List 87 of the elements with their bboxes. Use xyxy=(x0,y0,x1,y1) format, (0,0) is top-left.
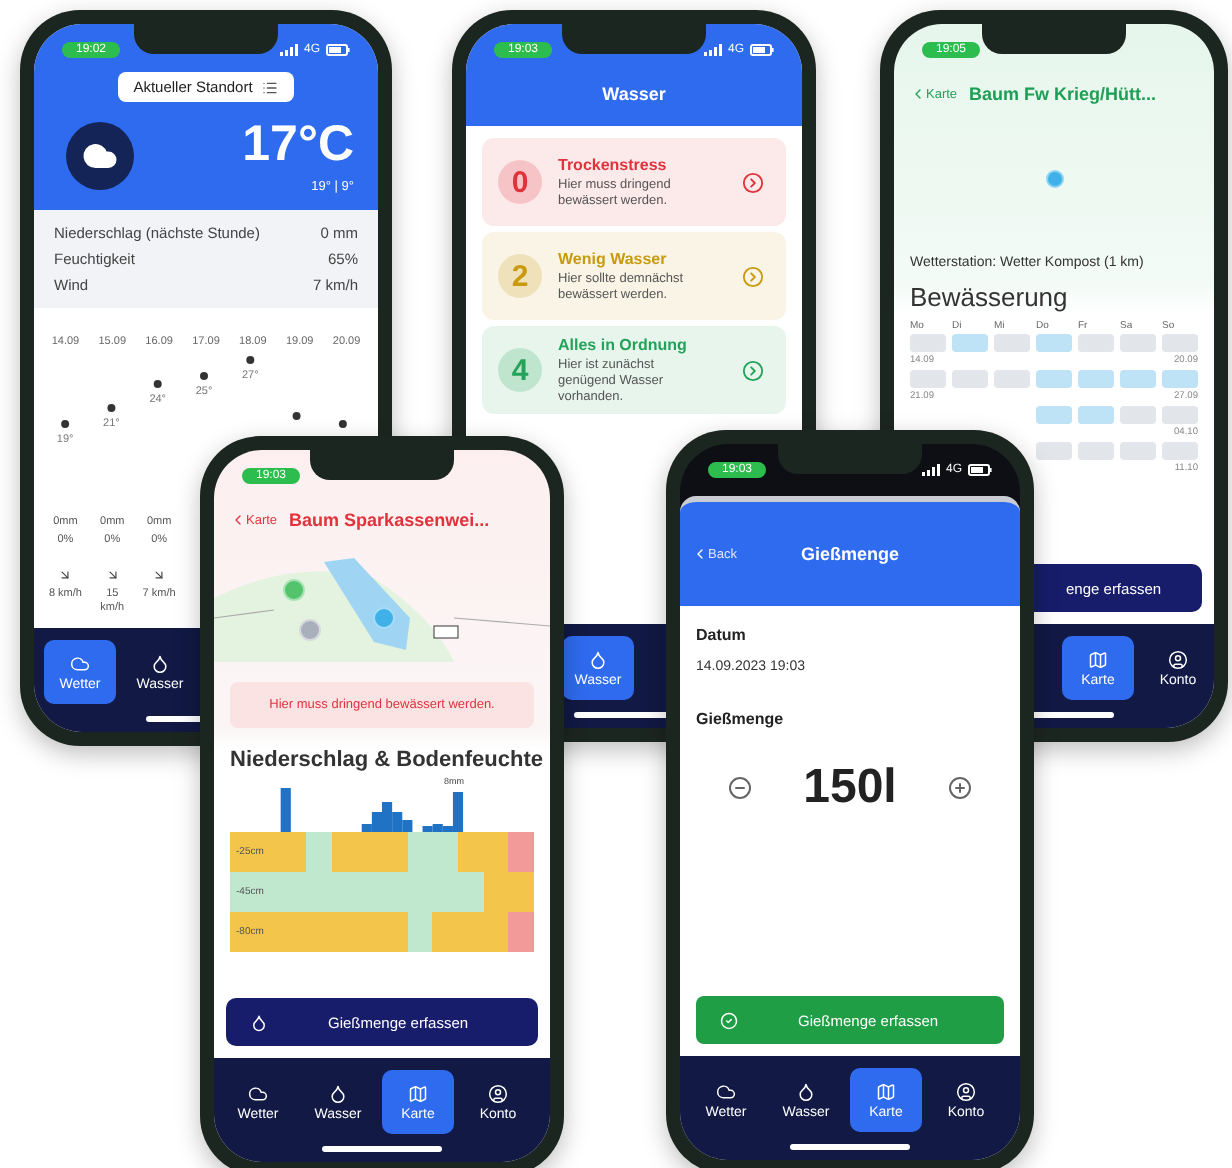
calendar-day[interactable] xyxy=(1036,406,1072,424)
wind-arrow-icon xyxy=(152,567,167,582)
home-indicator xyxy=(322,1146,442,1152)
minus-icon[interactable] xyxy=(727,776,752,800)
calendar-day[interactable] xyxy=(1120,334,1156,352)
user-icon xyxy=(956,1081,976,1101)
calendar-day[interactable] xyxy=(952,370,988,388)
droplet-icon xyxy=(150,653,170,673)
location-dot xyxy=(1045,169,1063,187)
home-indicator xyxy=(790,1144,910,1150)
calendar-day[interactable] xyxy=(952,334,988,352)
chevron-icon xyxy=(742,171,764,193)
back-icon xyxy=(230,512,246,528)
field-label: Datum xyxy=(696,626,748,644)
calendar-day[interactable] xyxy=(1120,370,1156,388)
status-count: 0 xyxy=(498,160,542,204)
status-count: 4 xyxy=(498,348,542,393)
section-heading: Bewässerung xyxy=(908,280,1070,316)
cloud-icon xyxy=(248,1083,268,1103)
temperature-point xyxy=(61,419,70,427)
status-title: Alles in Ordnung xyxy=(558,336,689,354)
map-icon xyxy=(876,1081,896,1101)
back-icon xyxy=(910,86,926,102)
calendar-day[interactable] xyxy=(1078,406,1114,424)
status-count: 2 xyxy=(498,254,542,298)
temperature-point xyxy=(338,419,347,427)
droplet-icon xyxy=(250,1013,268,1031)
phone-notch xyxy=(562,24,706,54)
calendar-day[interactable] xyxy=(910,334,946,352)
check-icon xyxy=(720,1011,738,1029)
precipitation-bar xyxy=(280,788,291,832)
calendar-day[interactable] xyxy=(1036,370,1072,388)
droplet-icon xyxy=(328,1083,348,1103)
phone-notch xyxy=(310,450,454,480)
calendar-day[interactable] xyxy=(1078,442,1114,460)
battery-icon xyxy=(968,463,992,475)
status-title: Trockenstress xyxy=(558,155,669,174)
screen-title: Gießmenge xyxy=(800,544,899,564)
temperature-point xyxy=(292,411,301,419)
signal-icon xyxy=(279,43,298,55)
droplet-icon xyxy=(796,1081,816,1101)
tree-title: Baum Fw Krieg/Hütt... xyxy=(969,84,1157,104)
battery-icon xyxy=(326,43,350,55)
map-icon xyxy=(1088,649,1108,669)
user-icon xyxy=(488,1083,508,1103)
droplet-icon xyxy=(588,649,608,669)
status-title: Wenig Wasser xyxy=(558,249,669,268)
calendar-day[interactable] xyxy=(1120,406,1156,424)
wind-arrow-icon xyxy=(58,567,73,582)
chevron-icon xyxy=(742,359,764,382)
calendar-day[interactable] xyxy=(1036,442,1072,460)
signal-icon xyxy=(921,463,940,475)
field-label: Gießmenge xyxy=(696,710,786,728)
calendar-day[interactable] xyxy=(1078,334,1114,352)
phone-notch xyxy=(134,24,278,54)
calendar-day[interactable] xyxy=(1120,442,1156,460)
signal-icon xyxy=(703,43,722,55)
map-icon xyxy=(408,1083,428,1103)
calendar-day[interactable] xyxy=(1162,334,1198,352)
amount-value: 150l xyxy=(803,760,897,816)
temperature-point xyxy=(200,371,208,379)
temperature: 17°C xyxy=(242,118,354,173)
plus-icon[interactable] xyxy=(948,776,973,800)
calendar-day[interactable] xyxy=(1162,442,1198,460)
screen-title: Wasser xyxy=(600,82,668,108)
phone-notch xyxy=(778,444,922,474)
phone-notch xyxy=(982,24,1126,54)
wind-arrow-icon xyxy=(105,567,120,582)
calendar-day[interactable] xyxy=(994,370,1030,388)
chevron-icon xyxy=(742,265,764,287)
list-icon xyxy=(262,79,279,95)
calendar-day[interactable] xyxy=(1162,406,1198,424)
cloud-icon xyxy=(70,653,90,673)
chart-heading: Niederschlag & Bodenfeuchte xyxy=(228,746,545,776)
calendar-day[interactable] xyxy=(1078,370,1114,388)
calendar-day[interactable] xyxy=(994,334,1030,352)
calendar-day[interactable] xyxy=(910,370,946,388)
temperature-point xyxy=(153,379,162,387)
calendar-day[interactable] xyxy=(1162,370,1198,388)
calendar-day[interactable] xyxy=(1036,334,1072,352)
battery-icon xyxy=(750,43,774,55)
back-icon xyxy=(692,546,708,562)
user-icon xyxy=(1168,649,1188,669)
cloud-icon xyxy=(716,1081,736,1101)
temperature-point xyxy=(246,355,255,363)
temperature-point xyxy=(107,403,116,411)
tree-title: Baum Sparkassenwei... xyxy=(289,510,490,530)
